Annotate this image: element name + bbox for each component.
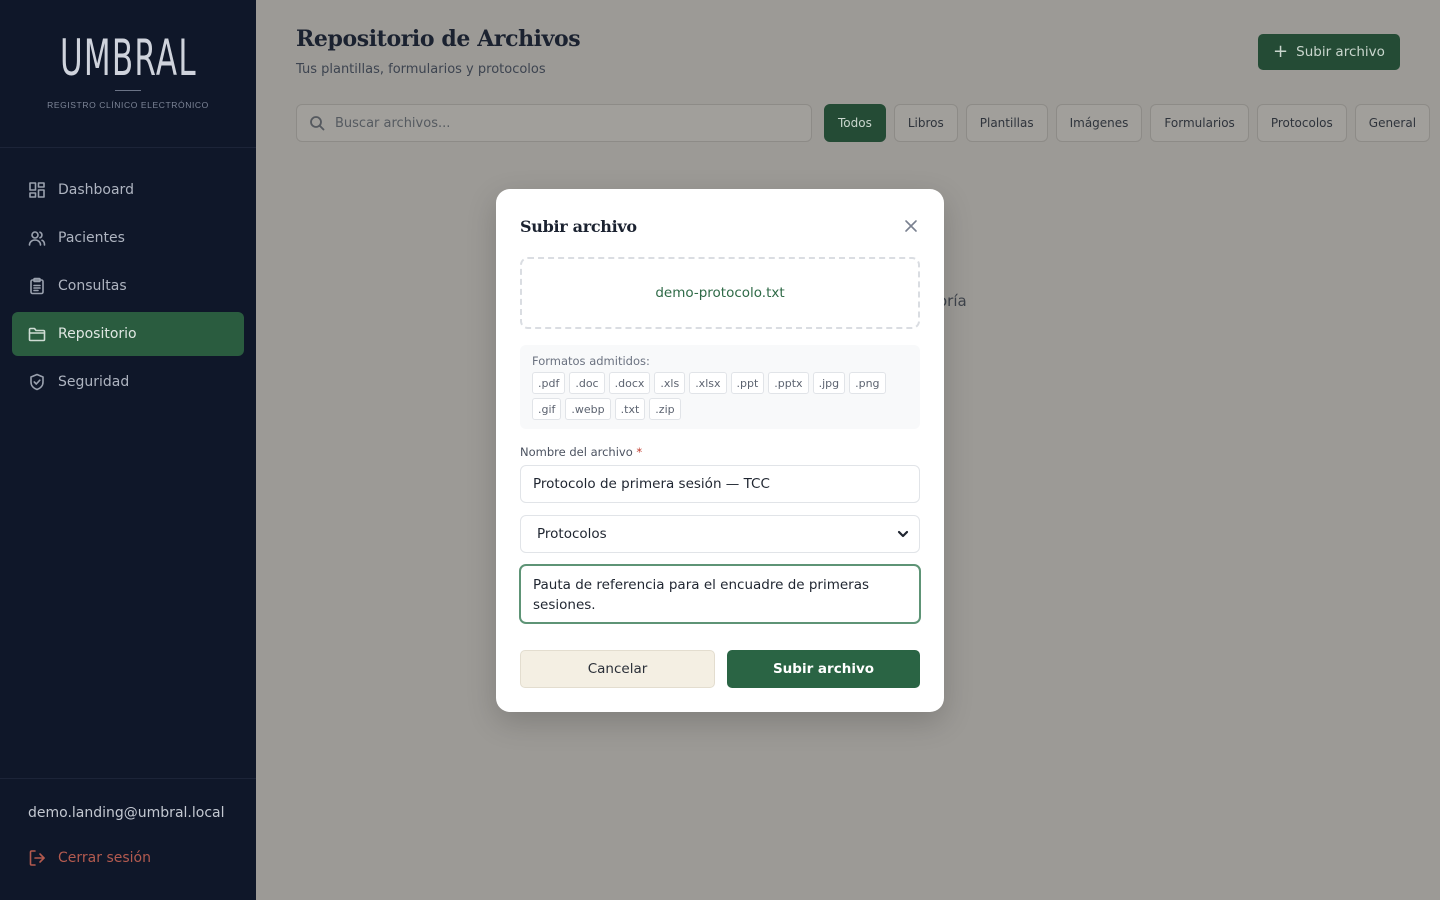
sidebar-item-label: Dashboard [58, 182, 134, 198]
folder-icon [28, 327, 46, 342]
formats-label: Formatos admitidos: [532, 354, 650, 368]
required-mark: * [636, 445, 643, 459]
modal-title: Subir archivo [520, 217, 637, 236]
sidebar-item-pacientes[interactable]: Pacientes [12, 216, 244, 260]
upload-file-label: Subir archivo [1296, 44, 1385, 60]
file-name-input[interactable]: Protocolo de primera sesión — TCC [520, 465, 920, 503]
sidebar-nav: Dashboard Pacientes Consultas Repositori… [0, 148, 256, 408]
format-badge: .xls [654, 372, 686, 394]
filter-plantillas[interactable]: Plantillas [965, 104, 1048, 142]
sidebar-item-dashboard[interactable]: Dashboard [12, 168, 244, 212]
filter-libros[interactable]: Libros [893, 104, 958, 142]
format-badge: .zip [649, 398, 681, 420]
format-badge: .jpg [812, 372, 846, 394]
category-select[interactable]: Protocolos [520, 515, 920, 553]
filter-general[interactable]: General [1354, 104, 1431, 142]
filter-imagenes[interactable]: Imágenes [1055, 104, 1143, 142]
format-badge: .gif [532, 398, 562, 420]
supported-formats: Formatos admitidos: .pdf .doc .docx .xls… [520, 345, 920, 429]
filter-chips: Todos Libros Plantillas Imágenes Formula… [824, 104, 1431, 142]
search-input[interactable]: Buscar archivos... [296, 104, 812, 142]
brand-divider [115, 90, 141, 91]
brand-logo: UMBRAL [59, 29, 197, 87]
search-icon [310, 116, 325, 131]
format-badge: .doc [569, 372, 605, 394]
upload-modal: Subir archivo demo-protocolo.txt Formato… [496, 189, 944, 712]
dashboard-icon [29, 182, 45, 198]
format-badge: .xlsx [689, 372, 727, 394]
shield-icon [30, 373, 44, 391]
page-subtitle: Tus plantillas, formularios y protocolos [296, 62, 546, 77]
file-name-label-text: Nombre del archivo [520, 445, 633, 459]
file-name-label: Nombre del archivo * [520, 445, 642, 459]
users-icon [28, 231, 46, 246]
close-icon [905, 220, 917, 232]
sidebar: UMBRAL REGISTRO CLÍNICO ELECTRÓNICO Dash… [0, 0, 256, 900]
page-title: Repositorio de Archivos [296, 26, 581, 52]
plus-icon: + [1273, 41, 1289, 62]
format-badge: .txt [614, 398, 646, 420]
logout-button[interactable]: Cerrar sesión [28, 849, 228, 867]
format-badge: .webp [565, 398, 611, 420]
sidebar-item-label: Seguridad [58, 374, 130, 390]
upload-file-button[interactable]: + Subir archivo [1258, 34, 1400, 70]
sidebar-footer: demo.landing@umbral.local Cerrar sesión [0, 778, 256, 900]
logout-label: Cerrar sesión [58, 850, 151, 866]
format-badge: .png [849, 372, 886, 394]
brand: UMBRAL REGISTRO CLÍNICO ELECTRÓNICO [0, 0, 256, 148]
category-selected-value: Protocolos [537, 526, 607, 542]
sidebar-item-consultas[interactable]: Consultas [12, 264, 244, 308]
format-badge: .pdf [532, 372, 566, 394]
selected-file-name: demo-protocolo.txt [655, 285, 785, 301]
logout-icon [29, 850, 45, 866]
format-badge: .pptx [768, 372, 809, 394]
formats-list: .pdf .doc .docx .xls .xlsx .ppt .pptx .j… [532, 372, 904, 420]
sidebar-item-repositorio[interactable]: Repositorio [12, 312, 244, 356]
sidebar-item-label: Repositorio [58, 326, 137, 342]
sidebar-item-label: Pacientes [58, 230, 125, 246]
close-button[interactable] [902, 217, 920, 235]
format-badge: .docx [608, 372, 651, 394]
file-dropzone[interactable]: demo-protocolo.txt [520, 257, 920, 329]
filter-protocolos[interactable]: Protocolos [1256, 104, 1347, 142]
submit-upload-button[interactable]: Subir archivo [727, 650, 920, 688]
clipboard-icon [30, 277, 44, 295]
sidebar-item-seguridad[interactable]: Seguridad [12, 360, 244, 404]
filter-todos[interactable]: Todos [824, 104, 886, 142]
description-textarea[interactable]: Pauta de referencia para el encuadre de … [519, 564, 921, 624]
search-placeholder: Buscar archivos... [335, 115, 451, 131]
user-email: demo.landing@umbral.local [28, 805, 225, 821]
filter-formularios[interactable]: Formularios [1150, 104, 1249, 142]
format-badge: .ppt [730, 372, 765, 394]
sidebar-item-label: Consultas [58, 278, 127, 294]
chevron-down-icon [897, 530, 909, 538]
cancel-button[interactable]: Cancelar [520, 650, 715, 688]
brand-tagline: REGISTRO CLÍNICO ELECTRÓNICO [47, 100, 209, 110]
